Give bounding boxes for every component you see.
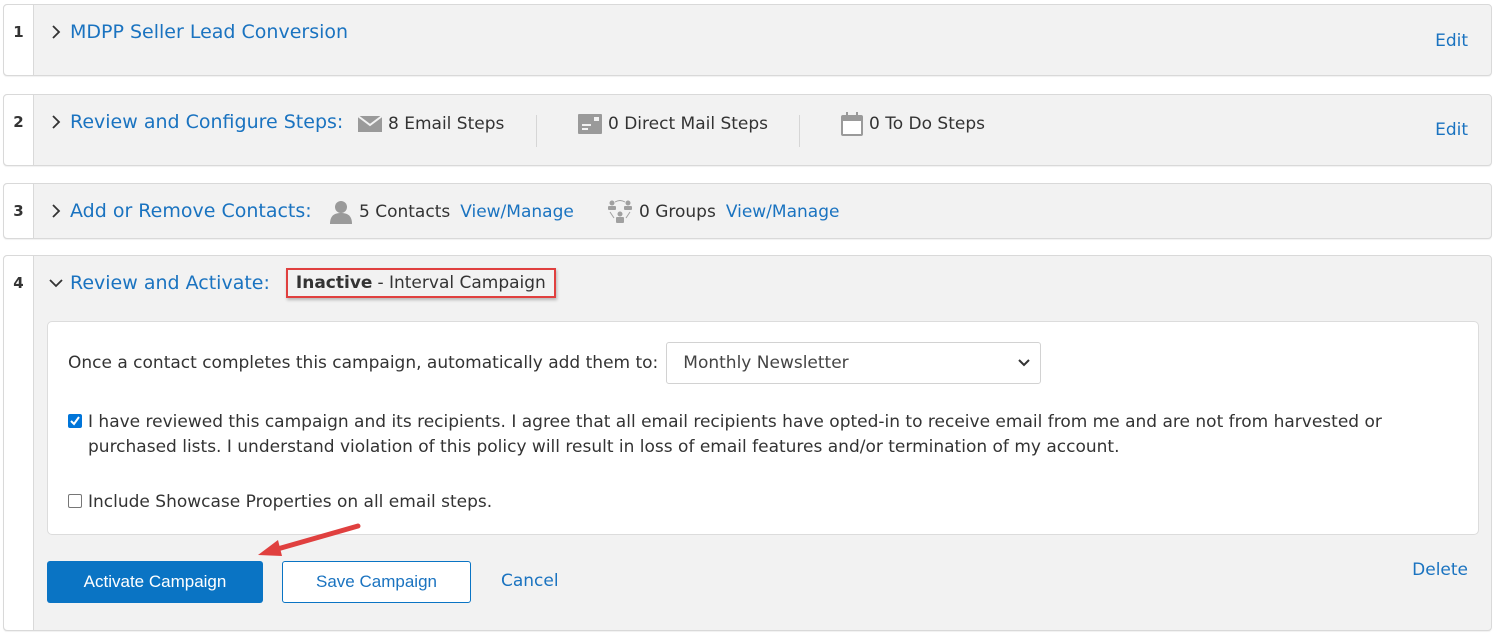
- activate-campaign-button[interactable]: Activate Campaign: [47, 561, 263, 603]
- step-number-text: 3: [13, 202, 24, 220]
- showcase-checkbox[interactable]: [68, 494, 82, 508]
- todo-steps-text: 0 To Do Steps: [869, 114, 985, 134]
- step-number-text: 1: [13, 23, 24, 41]
- groups-view-manage-link[interactable]: View/Manage: [726, 202, 840, 222]
- direct-mail-icon: [578, 114, 602, 134]
- step-title-link[interactable]: Review and Configure Steps:: [70, 111, 343, 133]
- step-number: 3: [4, 184, 34, 238]
- step-header[interactable]: Review and Configure Steps:: [48, 111, 343, 133]
- step-number: 1: [4, 5, 34, 75]
- step-4-panel: 4 Review and Activate: Inactive - Interv…: [3, 255, 1492, 631]
- groups-count: 0 Groups: [639, 202, 716, 222]
- annotation-arrow-icon: [258, 523, 361, 556]
- chevron-down-icon: [49, 279, 63, 288]
- selected-value: Monthly Newsletter: [683, 353, 849, 373]
- save-campaign-button[interactable]: Save Campaign: [282, 561, 471, 603]
- envelope-icon: [358, 115, 382, 132]
- direct-mail-steps-text: 0 Direct Mail Steps: [608, 114, 769, 134]
- step-header[interactable]: Review and Activate: Inactive - Interval…: [48, 268, 556, 298]
- delete-link[interactable]: Delete: [1412, 560, 1468, 580]
- contacts-summary: 5 Contacts View/Manage: [329, 200, 574, 224]
- step-title-link[interactable]: MDPP Seller Lead Conversion: [70, 21, 348, 43]
- step-3-panel: 3 Add or Remove Contacts: 5 Contacts Vie…: [3, 183, 1492, 239]
- step-number-text: 4: [13, 274, 24, 292]
- calendar-icon: [841, 112, 863, 136]
- status-bold: Inactive: [295, 273, 373, 293]
- step-2-panel: 2 Review and Configure Steps: 8 Email St…: [3, 94, 1492, 166]
- step-1-panel: 1 MDPP Seller Lead Conversion Edit: [3, 4, 1492, 76]
- step-header[interactable]: Add or Remove Contacts:: [48, 200, 312, 222]
- completion-row: Once a contact completes this campaign, …: [68, 342, 1042, 384]
- completion-list-select[interactable]: Monthly Newsletter: [666, 342, 1042, 384]
- person-icon: [330, 201, 352, 224]
- step-title-link[interactable]: Review and Activate:: [70, 272, 270, 294]
- email-steps-text: 8 Email Steps: [388, 114, 505, 134]
- step-number: 2: [4, 95, 34, 165]
- agreement-text: I have reviewed this campaign and its re…: [88, 412, 1382, 457]
- edit-link[interactable]: Edit: [1435, 120, 1468, 140]
- edit-link[interactable]: Edit: [1435, 31, 1468, 51]
- divider: [799, 115, 800, 147]
- contacts-count: 5 Contacts: [359, 202, 451, 222]
- todo-steps-summary: 0 To Do Steps: [841, 112, 985, 136]
- direct-mail-steps-summary: 0 Direct Mail Steps: [578, 114, 768, 134]
- chevron-right-icon: [52, 115, 61, 129]
- checkmark-icon: [70, 416, 80, 426]
- divider: [536, 115, 537, 147]
- chevron-right-icon: [52, 25, 61, 39]
- step-number: 4: [4, 256, 34, 630]
- showcase-row: Include Showcase Properties on all email…: [68, 490, 492, 515]
- step-title-link[interactable]: Add or Remove Contacts:: [70, 200, 312, 222]
- group-icon: [608, 200, 632, 223]
- showcase-text: Include Showcase Properties on all email…: [88, 492, 493, 512]
- step-header[interactable]: MDPP Seller Lead Conversion: [48, 21, 348, 43]
- groups-summary: 0 Groups View/Manage: [607, 200, 839, 224]
- review-activate-panel: Once a contact completes this campaign, …: [47, 321, 1479, 535]
- step-number-text: 2: [13, 113, 24, 131]
- campaign-status-badge: Inactive - Interval Campaign: [285, 268, 556, 298]
- agreement-row: I have reviewed this campaign and its re…: [68, 410, 1418, 460]
- completion-label: Once a contact completes this campaign, …: [68, 353, 659, 373]
- email-steps-summary: 8 Email Steps: [358, 114, 504, 134]
- cancel-link[interactable]: Cancel: [501, 571, 559, 591]
- chevron-down-icon: [1018, 359, 1031, 367]
- agreement-checkbox[interactable]: [68, 414, 82, 428]
- status-type: - Interval Campaign: [377, 273, 546, 293]
- contacts-view-manage-link[interactable]: View/Manage: [460, 202, 574, 222]
- chevron-right-icon: [52, 204, 61, 218]
